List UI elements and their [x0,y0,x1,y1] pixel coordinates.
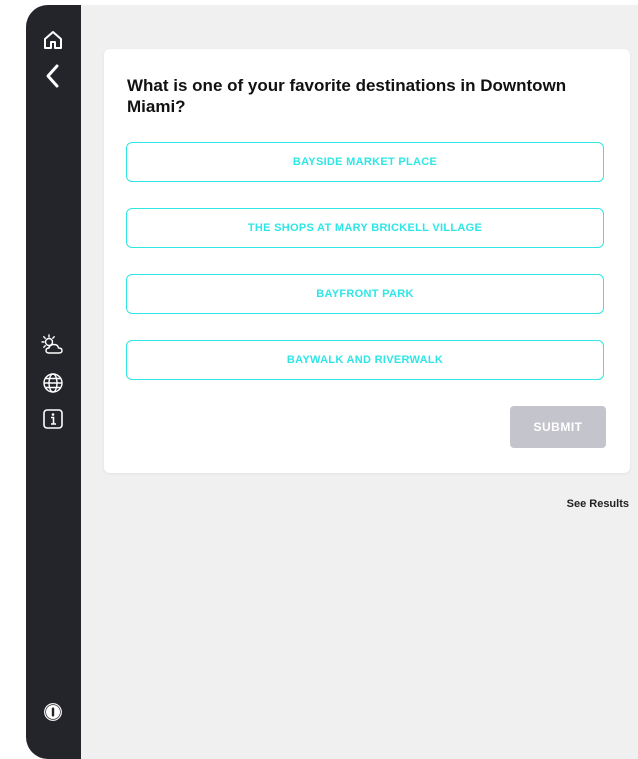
poll-option-mary-brickell[interactable]: THE SHOPS AT MARY BRICKELL VILLAGE [126,208,604,248]
back-chevron-icon[interactable] [40,63,66,89]
home-icon[interactable] [40,27,66,53]
poll-option-baywalk[interactable]: BAYWALK AND RIVERWALK [126,340,604,380]
info-circle-icon[interactable] [40,699,66,725]
poll-question: What is one of your favorite destination… [127,76,567,116]
app-frame: What is one of your favorite destination… [26,5,638,759]
main-content: What is one of your favorite destination… [81,5,638,759]
sidebar [26,5,81,759]
submit-button[interactable]: SUBMIT [510,406,606,448]
see-results-link[interactable]: See Results [567,498,629,510]
poll-option-bayside[interactable]: BAYSIDE MARKET PLACE [126,142,604,182]
weather-icon[interactable] [40,332,66,358]
poll-card: What is one of your favorite destination… [104,49,630,473]
poll-option-bayfront[interactable]: BAYFRONT PARK [126,274,604,314]
globe-icon[interactable] [40,370,66,396]
info-box-icon[interactable] [40,406,66,432]
